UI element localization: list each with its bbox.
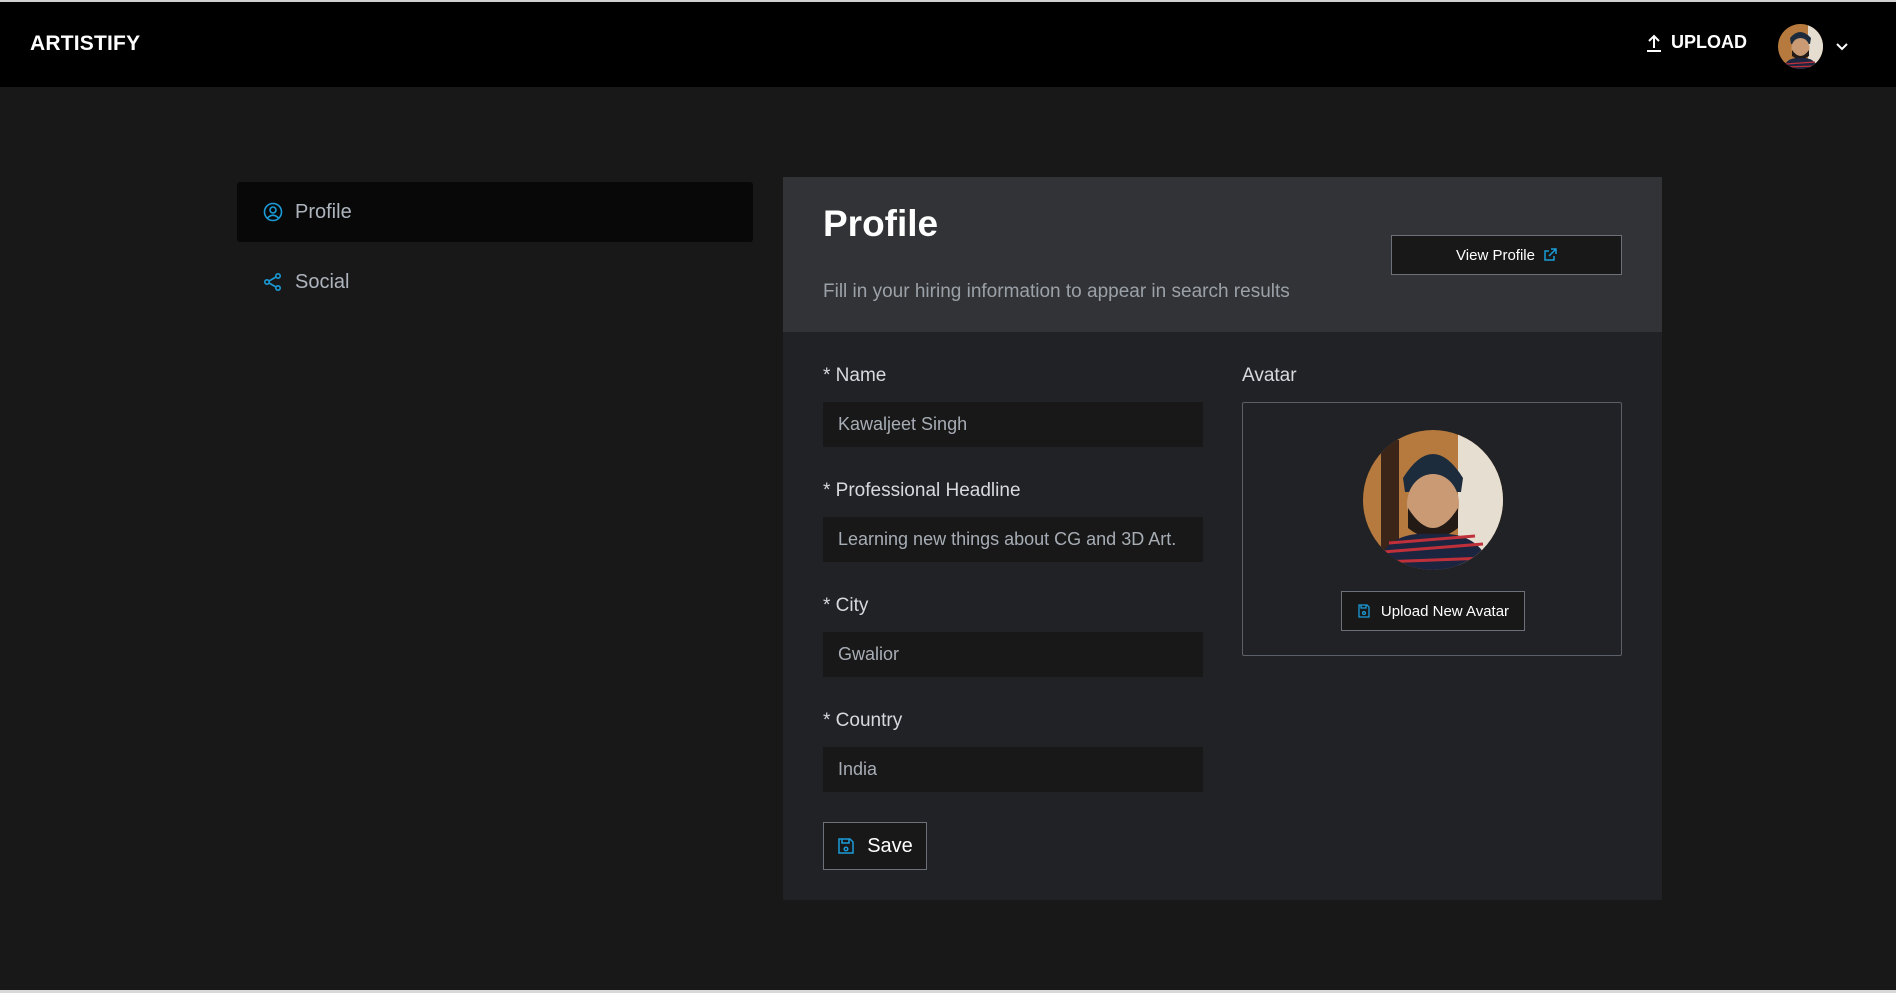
sidebar-item-label: Profile	[295, 200, 352, 223]
upload-button[interactable]: UPLOAD	[1645, 32, 1747, 53]
profile-card-header: Profile Fill in your hiring information …	[783, 177, 1662, 332]
page-subtitle: Fill in your hiring information to appea…	[823, 281, 1290, 302]
sidebar-item-profile[interactable]: Profile	[237, 182, 753, 242]
brand-logo[interactable]: ARTISTIFY	[30, 32, 140, 56]
avatar-label: Avatar	[1242, 365, 1297, 386]
top-navbar: ARTISTIFY UPLOAD	[0, 2, 1896, 87]
upload-label: UPLOAD	[1671, 32, 1747, 52]
headline-label: * Professional Headline	[823, 480, 1021, 501]
user-circle-icon	[263, 202, 283, 222]
avatar-photo	[1778, 24, 1823, 69]
floppy-disk-icon	[1358, 604, 1370, 618]
floppy-disk-icon	[838, 838, 854, 854]
chevron-down-icon[interactable]	[1834, 38, 1850, 54]
avatar-panel: Upload New Avatar	[1242, 402, 1622, 656]
view-profile-button[interactable]: View Profile	[1391, 235, 1622, 275]
profile-card: Profile Fill in your hiring information …	[783, 177, 1662, 900]
headline-input[interactable]	[823, 517, 1203, 562]
country-label: * Country	[823, 710, 903, 731]
upload-new-avatar-label: Upload New Avatar	[1380, 602, 1510, 620]
name-input[interactable]	[823, 402, 1203, 447]
city-input[interactable]	[823, 632, 1203, 677]
name-label: * Name	[823, 365, 887, 386]
page-title: Profile	[823, 203, 939, 244]
save-label: Save	[867, 834, 913, 857]
external-link-icon	[1544, 248, 1557, 261]
upload-new-avatar-button[interactable]: Upload New Avatar	[1341, 591, 1525, 631]
view-profile-label: View Profile	[1456, 246, 1535, 264]
upload-arrow-icon	[1647, 34, 1661, 52]
city-label: * City	[823, 595, 869, 616]
settings-sidebar: Profile Social	[237, 182, 753, 322]
sidebar-item-social[interactable]: Social	[237, 252, 753, 312]
share-icon	[263, 272, 282, 292]
avatar-photo	[1363, 430, 1503, 570]
sidebar-item-label: Social	[295, 270, 350, 293]
avatar-image	[1363, 430, 1503, 570]
country-input[interactable]	[823, 747, 1203, 792]
save-button[interactable]: Save	[823, 822, 927, 870]
user-avatar-button[interactable]	[1778, 24, 1823, 69]
